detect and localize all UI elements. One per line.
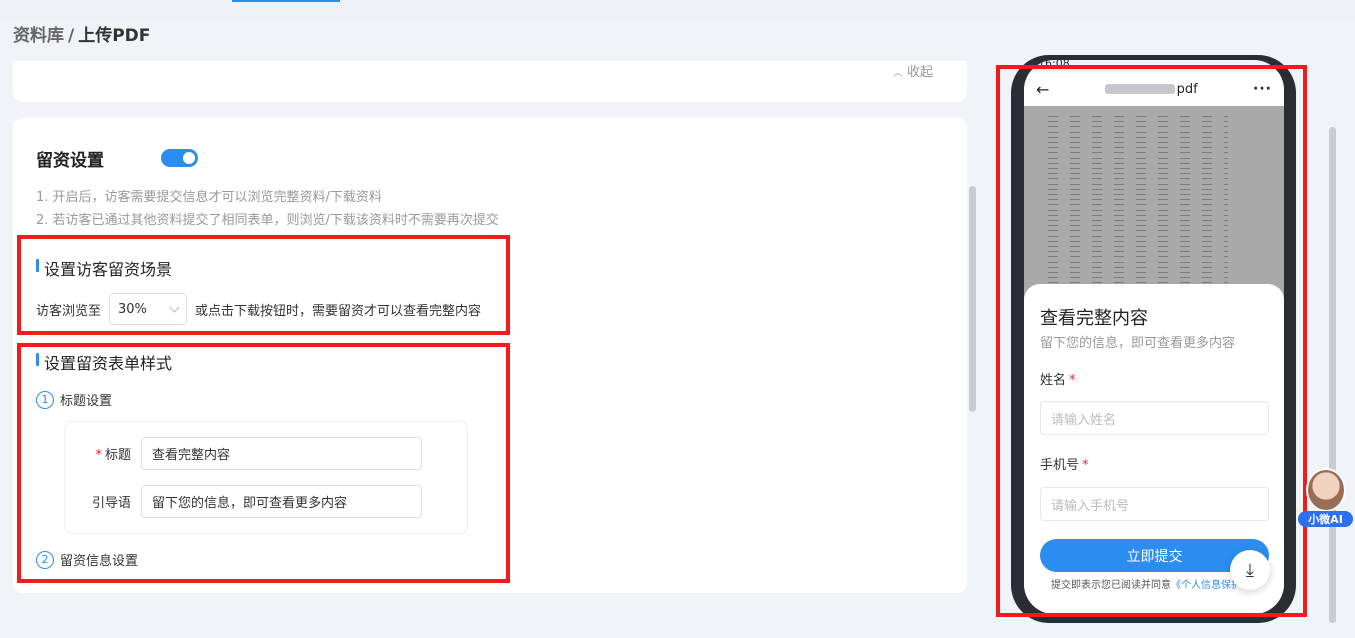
highlight-box-form-style [17, 343, 510, 583]
main-scrollbar[interactable] [969, 186, 976, 412]
breadcrumb-parent[interactable]: 资料库 [13, 26, 64, 46]
ai-assistant-label: 小微AI [1298, 511, 1353, 527]
breadcrumb-current: 上传PDF [78, 26, 151, 46]
breadcrumb-separator: / [68, 26, 75, 46]
active-tab-indicator [232, 0, 340, 2]
lead-note-2: 2. 若访客已通过其他资料提交了相同表单，则浏览/下载该资料时不需要再次提交 [36, 213, 499, 228]
upload-card-collapsed: ︿ 收起 [13, 61, 967, 102]
preview-scrollbar[interactable] [1329, 127, 1336, 623]
lead-note-1: 1. 开启后，访客需要提交信息才可以浏览完整资料/下载资料 [36, 190, 382, 205]
highlight-box-scene [17, 235, 510, 335]
top-nav-bar [0, 0, 1355, 18]
collapse-label: 收起 [906, 65, 933, 80]
toggle-knob [183, 152, 195, 164]
chevron-up-icon: ︿ [892, 68, 903, 79]
collapse-button[interactable]: ︿ 收起 [893, 61, 933, 80]
lead-settings-title: 留资设置 [36, 151, 104, 171]
breadcrumb: 资料库 / 上传PDF [13, 21, 150, 46]
lead-settings-toggle[interactable] [161, 149, 198, 167]
ai-assistant-button[interactable]: 小微AI [1298, 468, 1353, 528]
ai-avatar [1306, 468, 1346, 512]
highlight-box-phone-preview [996, 65, 1307, 617]
